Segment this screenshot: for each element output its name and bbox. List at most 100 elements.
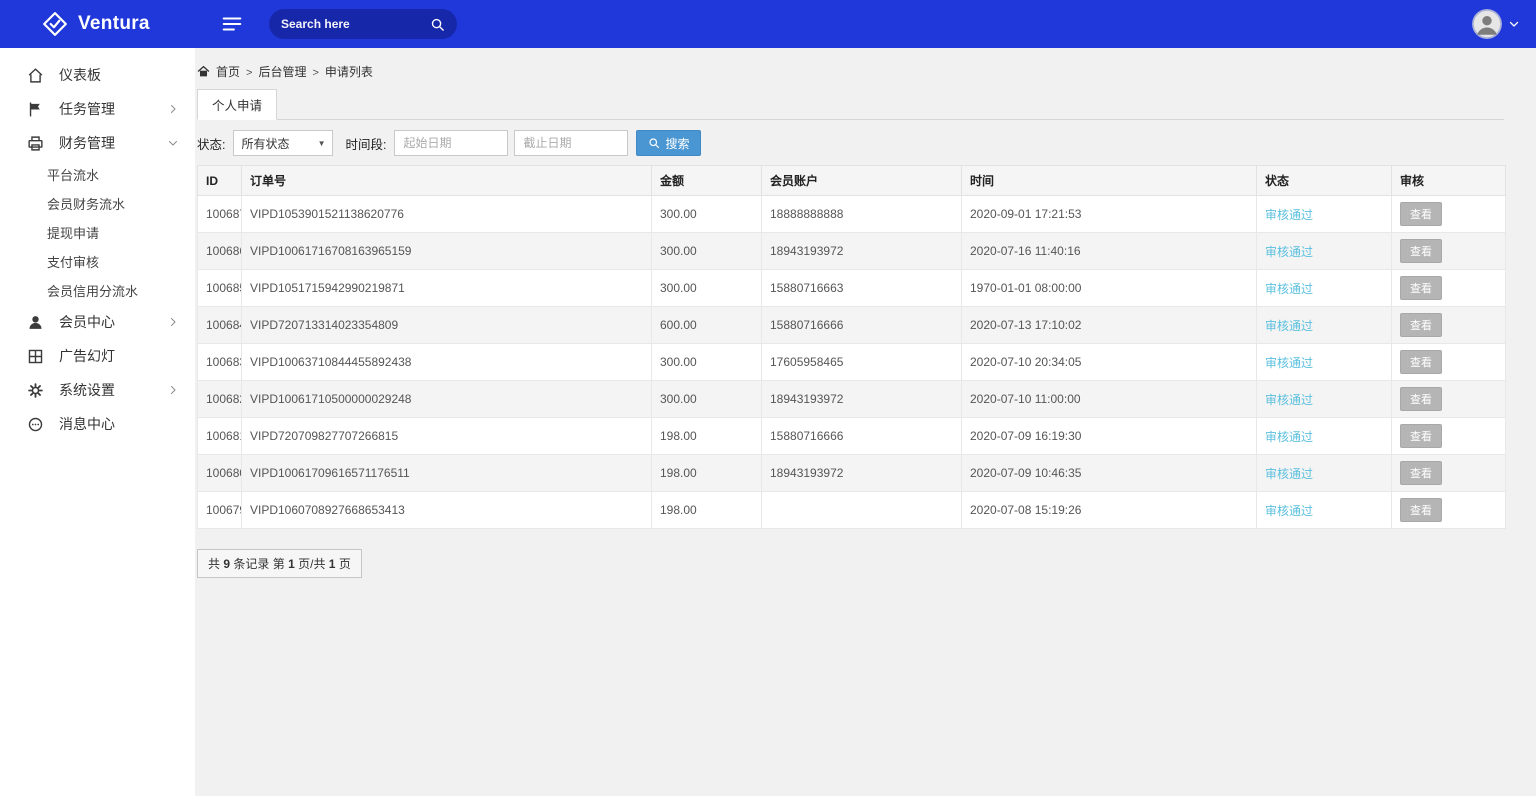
search-input[interactable] — [281, 17, 430, 31]
sidebar-subitem[interactable]: 提现申请 — [0, 218, 195, 247]
status-link[interactable]: 审核通过 — [1265, 430, 1313, 444]
view-button[interactable]: 查看 — [1400, 461, 1442, 485]
view-button[interactable]: 查看 — [1400, 313, 1442, 337]
status-link[interactable]: 审核通过 — [1265, 319, 1313, 333]
cell-order-no: VIPD1060708927668653413 — [242, 492, 652, 529]
chevron-right-icon — [167, 316, 179, 328]
header-search[interactable] — [269, 9, 457, 39]
slides-grid-icon — [27, 348, 44, 365]
sidebar-subitem[interactable]: 会员财务流水 — [0, 189, 195, 218]
cell-account: 15880716663 — [762, 270, 962, 307]
chevron-down-icon — [167, 137, 179, 149]
sidebar-item-label: 财务管理 — [59, 133, 115, 153]
cell-action: 查看 — [1392, 196, 1506, 233]
view-button[interactable]: 查看 — [1400, 350, 1442, 374]
cell-status: 审核通过 — [1257, 270, 1392, 307]
status-select[interactable]: 所有状态 — [233, 130, 333, 156]
cell-amount: 198.00 — [652, 418, 762, 455]
cell-time: 2020-07-13 17:10:02 — [962, 307, 1257, 344]
status-link[interactable]: 审核通过 — [1265, 504, 1313, 518]
status-filter-label: 状态: — [197, 134, 225, 153]
status-link[interactable]: 审核通过 — [1265, 393, 1313, 407]
hamburger-icon — [221, 13, 243, 35]
pagination-text: 共 — [208, 557, 220, 571]
status-link[interactable]: 审核通过 — [1265, 208, 1313, 222]
members-icon — [27, 314, 44, 331]
status-link[interactable]: 审核通过 — [1265, 245, 1313, 259]
sidebar-item[interactable]: 任务管理 — [0, 92, 195, 126]
breadcrumb-admin[interactable]: 后台管理 — [258, 63, 306, 80]
sidebar: 仪表板任务管理财务管理平台流水会员财务流水提现申请支付审核会员信用分流水会员中心… — [0, 48, 195, 796]
cell-account: 18943193972 — [762, 455, 962, 492]
pagination-text: 条记录 第 — [233, 557, 284, 571]
start-date-input[interactable] — [394, 130, 508, 156]
table-row: 100687VIPD1053901521138620776300.0018888… — [198, 196, 1506, 233]
column-header: 状态 — [1257, 166, 1392, 196]
end-date-input[interactable] — [514, 130, 628, 156]
gem-logo-icon — [42, 11, 68, 37]
cell-id: 100684 — [198, 307, 242, 344]
total-records-count: 9 — [223, 557, 230, 571]
sidebar-item-label: 仪表板 — [59, 65, 101, 85]
view-button[interactable]: 查看 — [1400, 424, 1442, 448]
table-row: 100683VIPD10063710844455892438300.001760… — [198, 344, 1506, 381]
dashboard-icon — [27, 67, 44, 84]
sidebar-subitem[interactable]: 平台流水 — [0, 160, 195, 189]
sidebar-item[interactable]: 消息中心 — [0, 407, 195, 441]
sidebar-item[interactable]: 会员中心 — [0, 305, 195, 339]
cell-action: 查看 — [1392, 492, 1506, 529]
sidebar-subitem[interactable]: 支付审核 — [0, 247, 195, 276]
cell-id: 100685 — [198, 270, 242, 307]
chevron-right-icon — [167, 103, 179, 115]
sidebar-item[interactable]: 系统设置 — [0, 373, 195, 407]
cell-action: 查看 — [1392, 233, 1506, 270]
view-button[interactable]: 查看 — [1400, 202, 1442, 226]
status-link[interactable]: 审核通过 — [1265, 282, 1313, 296]
search-icon[interactable] — [430, 17, 445, 32]
sidebar-item[interactable]: 财务管理 — [0, 126, 195, 160]
cell-account: 17605958465 — [762, 344, 962, 381]
cell-order-no: VIPD720709827707266815 — [242, 418, 652, 455]
finance-icon — [27, 135, 44, 152]
sidebar-item-label: 任务管理 — [59, 99, 115, 119]
cell-id: 100681 — [198, 418, 242, 455]
cell-status: 审核通过 — [1257, 492, 1392, 529]
status-link[interactable]: 审核通过 — [1265, 356, 1313, 370]
cell-account: 18888888888 — [762, 196, 962, 233]
table-row: 100682VIPD10061710500000029248300.001894… — [198, 381, 1506, 418]
view-button[interactable]: 查看 — [1400, 498, 1442, 522]
chevron-down-icon[interactable] — [1508, 18, 1520, 30]
tab-strip: 个人申请 — [197, 89, 1504, 120]
user-avatar[interactable] — [1472, 9, 1502, 39]
cell-action: 查看 — [1392, 418, 1506, 455]
cell-status: 审核通过 — [1257, 233, 1392, 270]
cell-time: 2020-07-10 11:00:00 — [962, 381, 1257, 418]
tasks-flag-icon — [27, 101, 44, 118]
cell-order-no: VIPD10061710500000029248 — [242, 381, 652, 418]
sidebar-item[interactable]: 广告幻灯 — [0, 339, 195, 373]
cell-account — [762, 492, 962, 529]
sidebar-toggle-button[interactable] — [221, 13, 243, 35]
pagination-text: 页/共 — [298, 557, 325, 571]
sidebar-item[interactable]: 仪表板 — [0, 58, 195, 92]
messages-icon — [27, 416, 44, 433]
sidebar-item-label: 会员中心 — [59, 312, 115, 332]
search-button[interactable]: 搜索 — [636, 130, 701, 156]
cell-id: 100683 — [198, 344, 242, 381]
sidebar-subitem[interactable]: 会员信用分流水 — [0, 276, 195, 305]
cell-action: 查看 — [1392, 270, 1506, 307]
home-icon — [197, 65, 210, 78]
breadcrumb-home[interactable]: 首页 — [216, 63, 240, 80]
cell-status: 审核通过 — [1257, 455, 1392, 492]
settings-gear-icon — [27, 382, 44, 399]
view-button[interactable]: 查看 — [1400, 387, 1442, 411]
sidebar-item-label: 系统设置 — [59, 380, 115, 400]
status-link[interactable]: 审核通过 — [1265, 467, 1313, 481]
cell-account: 15880716666 — [762, 307, 962, 344]
view-button[interactable]: 查看 — [1400, 276, 1442, 300]
breadcrumb-separator — [246, 65, 252, 79]
tab-personal-applications[interactable]: 个人申请 — [197, 89, 277, 120]
view-button[interactable]: 查看 — [1400, 239, 1442, 263]
brand[interactable]: Ventura — [0, 11, 195, 37]
cell-amount: 198.00 — [652, 492, 762, 529]
